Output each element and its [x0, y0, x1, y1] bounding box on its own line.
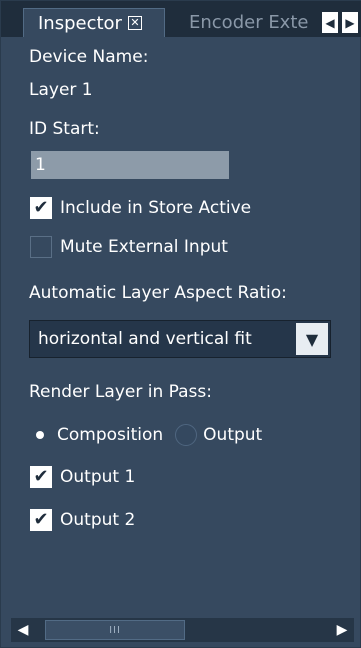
aspect-ratio-label: Automatic Layer Aspect Ratio: — [29, 283, 287, 303]
chevron-down-icon[interactable]: ▼ — [296, 323, 328, 355]
include-store-active-checkbox[interactable]: ✔ Include in Store Active — [30, 197, 251, 219]
scroll-left-icon[interactable]: ◀ — [11, 618, 35, 642]
checkbox-empty-icon[interactable] — [30, 236, 52, 258]
id-start-label: ID Start: — [29, 119, 100, 139]
mute-external-input-label: Mute External Input — [60, 237, 228, 257]
id-start-input[interactable] — [31, 151, 229, 179]
device-name-value: Layer 1 — [29, 80, 93, 100]
radio-output[interactable] — [175, 424, 198, 446]
aspect-ratio-select[interactable]: horizontal and vertical fit ▼ — [29, 320, 331, 358]
output-2-label: Output 2 — [60, 510, 136, 530]
tab-inspector[interactable]: Inspector ✕ — [23, 8, 165, 37]
radio-composition[interactable] — [29, 424, 51, 446]
horizontal-scrollbar[interactable]: ◀ III ▶ — [11, 618, 354, 642]
mute-external-input-checkbox[interactable]: Mute External Input — [30, 236, 228, 258]
tab-encoder-external[interactable]: Encoder Exte — [167, 8, 317, 37]
radio-output-label: Output — [203, 425, 263, 445]
tab-inspector-label: Inspector — [38, 12, 122, 34]
triangle-right-icon[interactable]: ▶ — [342, 12, 358, 33]
device-name-label: Device Name: — [29, 47, 149, 67]
include-store-active-label: Include in Store Active — [60, 198, 252, 218]
scrollbar-thumb[interactable]: III — [45, 620, 185, 640]
aspect-ratio-selected-value: horizontal and vertical fit — [38, 329, 252, 349]
checkmark-icon[interactable]: ✔ — [30, 509, 52, 531]
output-1-checkbox[interactable]: ✔ Output 1 — [30, 466, 135, 488]
checkmark-icon[interactable]: ✔ — [30, 466, 52, 488]
render-pass-radio-group: Composition Output — [29, 424, 262, 446]
tab-encoder-label: Encoder Exte — [189, 12, 309, 33]
scrollbar-grip: III — [109, 624, 121, 636]
scroll-right-icon[interactable]: ▶ — [330, 618, 354, 642]
triangle-left-icon[interactable]: ◀ — [322, 12, 338, 33]
checkmark-icon[interactable]: ✔ — [30, 197, 52, 219]
render-pass-label: Render Layer in Pass: — [29, 382, 212, 402]
tab-bar: Inspector ✕ Encoder Exte ◀ ▶ — [1, 1, 361, 37]
inspector-panel: Inspector ✕ Encoder Exte ◀ ▶ Device Name… — [0, 0, 361, 648]
output-2-checkbox[interactable]: ✔ Output 2 — [30, 509, 135, 531]
output-1-label: Output 1 — [60, 467, 136, 487]
close-icon[interactable]: ✕ — [127, 16, 142, 30]
radio-composition-label: Composition — [57, 425, 164, 445]
